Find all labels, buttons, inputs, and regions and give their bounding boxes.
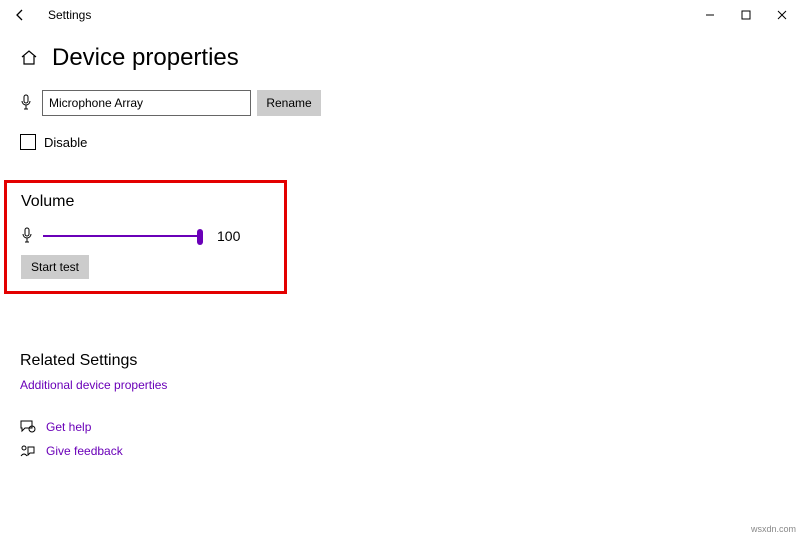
disable-label: Disable bbox=[44, 135, 87, 150]
help-section: Get help Give feedback bbox=[20, 420, 800, 458]
maximize-icon[interactable] bbox=[728, 0, 764, 30]
volume-value: 100 bbox=[217, 228, 240, 244]
slider-track-line bbox=[43, 235, 203, 237]
give-feedback-link[interactable]: Give feedback bbox=[46, 444, 123, 458]
slider-thumb[interactable] bbox=[197, 229, 203, 245]
watermark: wsxdn.com bbox=[751, 524, 796, 534]
get-help-row: Get help bbox=[20, 420, 800, 434]
volume-section: Volume 100 Start test bbox=[4, 180, 287, 294]
app-title: Settings bbox=[48, 8, 91, 22]
titlebar: Settings bbox=[0, 0, 800, 30]
window-controls bbox=[692, 0, 800, 30]
disable-checkbox[interactable] bbox=[20, 134, 36, 150]
minimize-icon[interactable] bbox=[692, 0, 728, 30]
home-icon[interactable] bbox=[20, 49, 38, 67]
device-name-input[interactable] bbox=[42, 90, 251, 116]
device-name-row: Rename bbox=[20, 90, 800, 116]
microphone-icon bbox=[20, 94, 34, 112]
give-feedback-row: Give feedback bbox=[20, 444, 800, 458]
page-title: Device properties bbox=[52, 44, 239, 72]
volume-slider[interactable] bbox=[43, 228, 203, 244]
chat-icon bbox=[20, 420, 36, 434]
volume-slider-row: 100 bbox=[21, 227, 272, 245]
close-icon[interactable] bbox=[764, 0, 800, 30]
page-heading-row: Device properties bbox=[20, 44, 800, 72]
feedback-icon bbox=[20, 444, 36, 458]
related-settings-section: Related Settings Additional device prope… bbox=[20, 352, 800, 392]
disable-row: Disable bbox=[20, 134, 800, 150]
microphone-icon bbox=[21, 227, 35, 245]
get-help-link[interactable]: Get help bbox=[46, 420, 91, 434]
back-icon[interactable] bbox=[10, 8, 30, 22]
additional-device-properties-link[interactable]: Additional device properties bbox=[20, 378, 800, 392]
start-test-button[interactable]: Start test bbox=[21, 255, 89, 279]
rename-button[interactable]: Rename bbox=[257, 90, 321, 116]
related-settings-heading: Related Settings bbox=[20, 352, 800, 370]
volume-heading: Volume bbox=[21, 193, 272, 211]
